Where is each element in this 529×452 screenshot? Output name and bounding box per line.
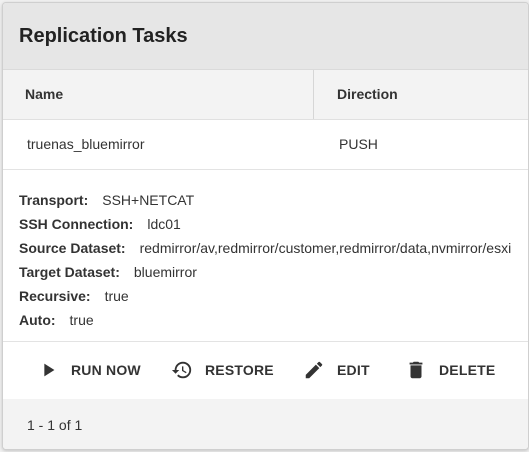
action-bar: RUN NOW RESTORE EDIT DELETE	[3, 341, 528, 398]
cell-name-value: truenas_bluemirror	[27, 135, 145, 152]
paginator-range-label: 1 - 1 of 1	[27, 417, 83, 433]
replication-tasks-card: Replication Tasks Name Direction truenas…	[2, 2, 529, 450]
column-header-direction-label: Direction	[337, 85, 398, 102]
pencil-icon	[303, 359, 325, 381]
detail-label: Auto:	[19, 312, 56, 328]
column-divider	[313, 70, 314, 119]
history-icon	[171, 359, 193, 381]
restore-button[interactable]: RESTORE	[171, 353, 274, 387]
task-details: Transport: SSH+NETCAT SSH Connection: ld…	[3, 170, 528, 342]
detail-label: Target Dataset:	[19, 264, 120, 280]
detail-value: ldc01	[147, 216, 181, 232]
table-row[interactable]: truenas_bluemirror PUSH	[3, 120, 528, 170]
run-now-label: RUN NOW	[71, 362, 141, 378]
card-header: Replication Tasks	[3, 3, 528, 70]
detail-label: Recursive:	[19, 288, 91, 304]
detail-ssh-connection: SSH Connection: ldc01	[19, 212, 528, 236]
table-header-row: Name Direction	[3, 70, 528, 120]
trash-icon	[405, 359, 427, 381]
detail-value: bluemirror	[133, 264, 197, 280]
card-title: Replication Tasks	[19, 24, 188, 47]
cell-name: truenas_bluemirror	[3, 136, 313, 154]
detail-label: Transport:	[19, 192, 89, 208]
delete-label: DELETE	[439, 362, 496, 378]
detail-recursive: Recursive: true	[19, 284, 528, 308]
column-header-name-label: Name	[25, 85, 64, 102]
cell-direction: PUSH	[313, 136, 378, 154]
column-header-name[interactable]: Name	[3, 86, 313, 104]
edit-button[interactable]: EDIT	[303, 353, 370, 387]
detail-value: true	[104, 288, 129, 304]
detail-label: Source Dataset:	[19, 240, 126, 256]
detail-value: true	[69, 312, 94, 328]
column-header-direction[interactable]: Direction	[313, 86, 398, 104]
detail-value: redmirror/av,redmirror/customer,redmirro…	[139, 240, 512, 256]
detail-transport: Transport: SSH+NETCAT	[19, 188, 528, 212]
run-now-button[interactable]: RUN NOW	[37, 353, 141, 387]
paginator-footer: 1 - 1 of 1	[3, 399, 528, 449]
detail-label: SSH Connection:	[19, 216, 134, 232]
detail-value: SSH+NETCAT	[102, 192, 195, 208]
cell-direction-value: PUSH	[339, 135, 378, 152]
detail-auto: Auto: true	[19, 308, 528, 332]
detail-target-dataset: Target Dataset: bluemirror	[19, 260, 528, 284]
detail-source-dataset: Source Dataset: redmirror/av,redmirror/c…	[19, 236, 528, 260]
play-icon	[37, 359, 59, 381]
restore-label: RESTORE	[205, 362, 274, 378]
delete-button[interactable]: DELETE	[405, 353, 495, 387]
edit-label: EDIT	[337, 362, 370, 378]
